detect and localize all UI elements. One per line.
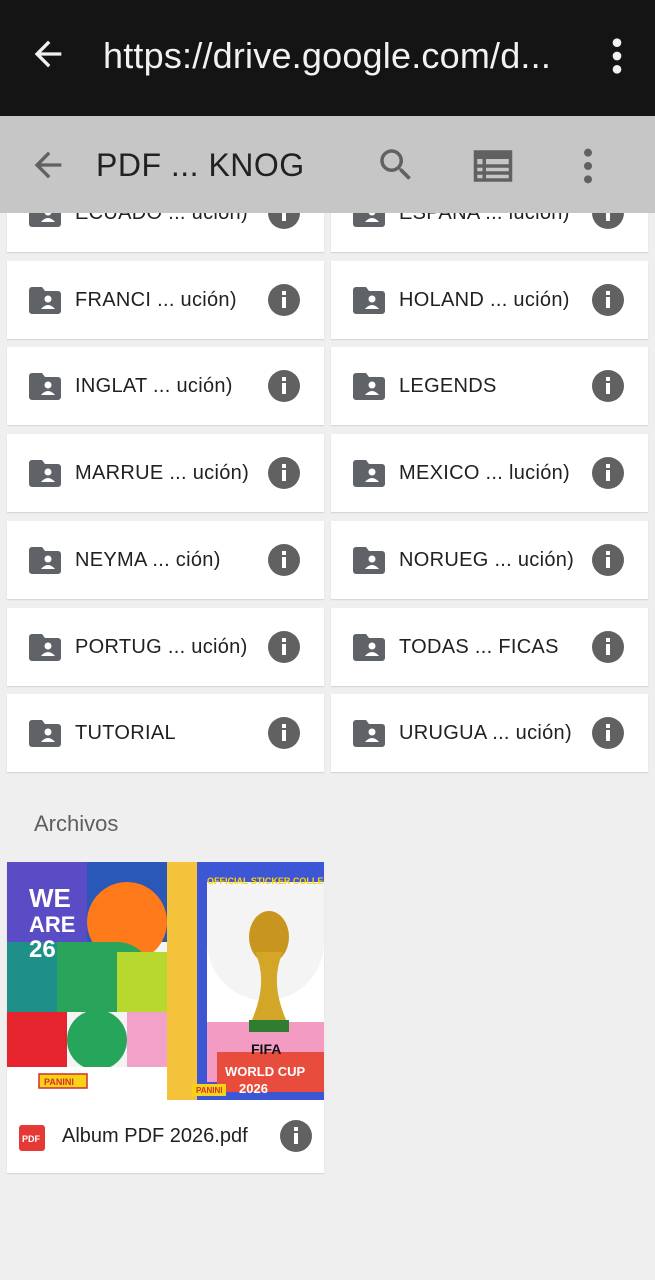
folder-name: MARRUE ... ución) (75, 462, 250, 485)
svg-text:PANINI: PANINI (196, 1086, 223, 1095)
shared-folder-icon (29, 286, 61, 314)
folder-name: NEYMA ... ción) (75, 548, 221, 571)
folder-item[interactable]: INGLAT ... ución) (7, 347, 324, 426)
folder-name: TODAS ... FICAS (399, 635, 559, 658)
shared-folder-icon (353, 546, 385, 574)
list-view-icon[interactable] (472, 146, 514, 186)
shared-folder-icon (29, 720, 61, 748)
info-icon[interactable] (592, 543, 624, 576)
file-card[interactable]: WE ARE 26 PANINI OFFICIAL STICKER COLLEC… (7, 862, 324, 1173)
info-icon[interactable] (268, 457, 300, 490)
file-thumbnail[interactable]: WE ARE 26 PANINI OFFICIAL STICKER COLLEC… (7, 862, 324, 1100)
pdf-file-icon: PDF (19, 1125, 45, 1151)
svg-text:WE: WE (29, 883, 71, 913)
folder-item[interactable]: URUGUA ... ución) (331, 694, 648, 773)
svg-text:WORLD CUP: WORLD CUP (225, 1064, 305, 1079)
info-icon[interactable] (592, 630, 624, 663)
shared-folder-icon (353, 460, 385, 488)
folder-name: LEGENDS (399, 375, 497, 398)
svg-text:FIFA: FIFA (251, 1041, 281, 1057)
svg-text:PANINI: PANINI (44, 1077, 74, 1087)
folder-name: INGLAT ... ución) (75, 375, 233, 398)
more-vert-icon[interactable] (604, 36, 630, 76)
search-icon[interactable] (375, 144, 417, 186)
shared-folder-icon (29, 546, 61, 574)
section-label-files: Archivos (34, 811, 119, 836)
folder-item[interactable]: TODAS ... FICAS (331, 607, 648, 686)
page-title: PDF ... KNOG (96, 147, 305, 183)
info-icon[interactable] (268, 717, 300, 750)
info-icon[interactable] (280, 1120, 312, 1152)
folder-name: HOLAND ... ución) (399, 288, 570, 311)
arrow-back-icon[interactable] (28, 145, 68, 185)
svg-text:OFFICIAL STICKER COLLECTION: OFFICIAL STICKER COLLECTION (207, 876, 324, 886)
info-icon[interactable] (268, 543, 300, 576)
info-icon[interactable] (592, 370, 624, 403)
folder-item[interactable]: FRANCI ... ución) (7, 260, 324, 339)
folder-item[interactable]: PORTUG ... ución) (7, 607, 324, 686)
info-icon[interactable] (268, 630, 300, 663)
folder-name: MEXICO ... lución) (399, 462, 570, 485)
svg-text:2026: 2026 (239, 1081, 268, 1096)
folder-item[interactable]: MEXICO ... lución) (331, 434, 648, 513)
shared-folder-icon (353, 373, 385, 401)
shared-folder-icon (29, 373, 61, 401)
info-icon[interactable] (268, 370, 300, 403)
shared-folder-icon (29, 633, 61, 661)
folder-item[interactable]: TUTORIAL (7, 694, 324, 773)
shared-folder-icon (353, 720, 385, 748)
arrow-back-icon[interactable] (28, 34, 68, 74)
file-name: Album PDF 2026.pdf (62, 1125, 248, 1147)
browser-address-bar: https://drive.google.com/d... (0, 0, 655, 116)
folder-item[interactable]: MARRUE ... ución) (7, 434, 324, 513)
folder-name: TUTORIAL (75, 722, 176, 745)
shared-folder-icon (353, 633, 385, 661)
url-field[interactable]: https://drive.google.com/d... (103, 32, 583, 80)
folder-name: URUGUA ... ución) (399, 722, 572, 745)
folder-item[interactable]: LEGENDS (331, 347, 648, 426)
info-icon[interactable] (592, 457, 624, 490)
info-icon[interactable] (592, 717, 624, 750)
drive-toolbar: PDF ... KNOG (0, 116, 655, 213)
shared-folder-icon (29, 460, 61, 488)
svg-text:26: 26 (29, 936, 56, 963)
svg-text:ARE: ARE (29, 912, 75, 937)
shared-folder-icon (353, 286, 385, 314)
folder-item[interactable]: HOLAND ... ución) (331, 260, 648, 339)
folder-item[interactable]: NEYMA ... ción) (7, 520, 324, 599)
more-vert-icon[interactable] (576, 146, 600, 186)
info-icon[interactable] (592, 283, 624, 316)
svg-text:PDF: PDF (22, 1134, 41, 1144)
folder-item[interactable]: NORUEG ... ución) (331, 520, 648, 599)
folder-name: PORTUG ... ución) (75, 635, 248, 658)
folder-name: FRANCI ... ución) (75, 288, 237, 311)
info-icon[interactable] (268, 283, 300, 316)
folder-name: NORUEG ... ución) (399, 548, 575, 571)
